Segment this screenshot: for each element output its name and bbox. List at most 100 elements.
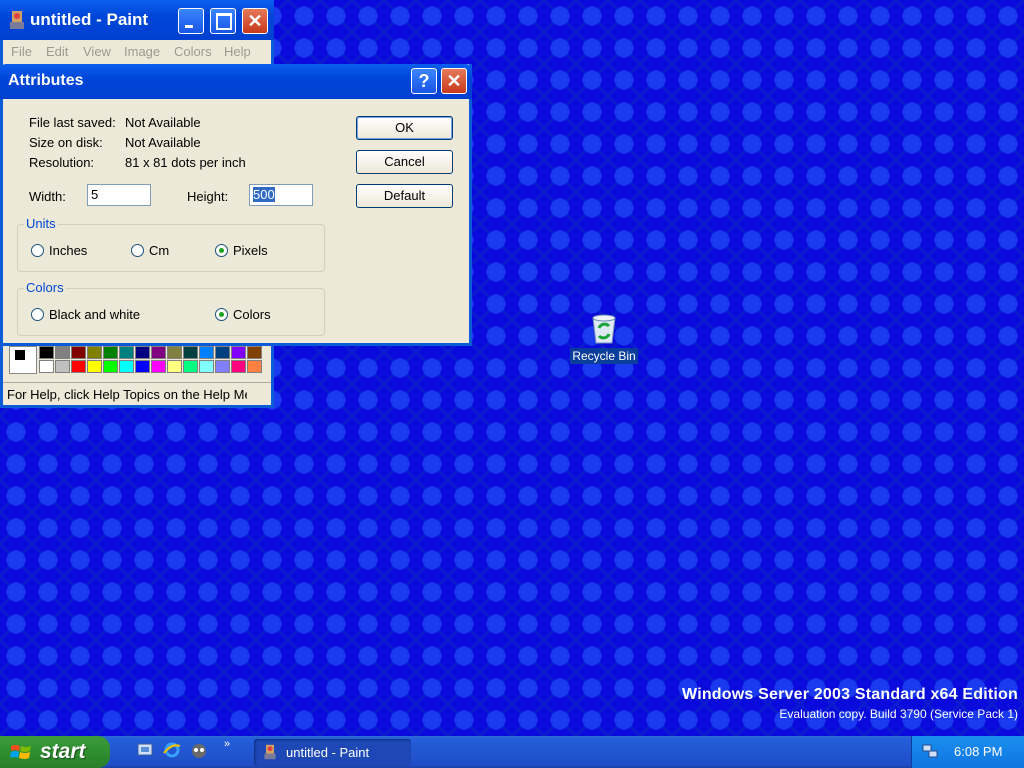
palette-swatch[interactable] [39, 360, 54, 373]
inches-radio[interactable] [31, 244, 44, 257]
recycle-bin-desktop-icon[interactable]: Recycle Bin [566, 312, 642, 364]
palette-cells [39, 346, 262, 373]
width-value: 5 [91, 187, 99, 202]
inches-label[interactable]: Inches [49, 243, 87, 258]
units-group: Units Inches Cm Pixels [17, 216, 325, 272]
colors-group-label: Colors [24, 280, 66, 295]
recycle-bin-label: Recycle Bin [570, 348, 638, 364]
paint-app-icon [10, 11, 24, 29]
maximize-button[interactable] [210, 8, 236, 34]
colors-group: Colors Black and white Colors [17, 280, 325, 336]
palette-swatch[interactable] [167, 346, 182, 359]
palette-swatch[interactable] [119, 346, 134, 359]
dialog-title: Attributes [8, 72, 84, 89]
palette-swatch[interactable] [231, 360, 246, 373]
pixels-label[interactable]: Pixels [233, 243, 268, 258]
file-last-saved-value: Not Available [125, 115, 201, 130]
palette-swatch[interactable] [167, 360, 182, 373]
palette-swatch[interactable] [215, 346, 230, 359]
paint-close-button[interactable]: ✕ [242, 8, 268, 34]
watermark-edition: Windows Server 2003 Standard x64 Edition [682, 686, 1018, 703]
palette-swatch[interactable] [247, 360, 262, 373]
black-and-white-radio[interactable] [31, 308, 44, 321]
default-button[interactable]: Default [356, 184, 453, 208]
palette-swatch[interactable] [71, 360, 86, 373]
palette-swatch[interactable] [135, 360, 150, 373]
paint-status-bar: For Help, click Help Topics on the Help … [3, 382, 271, 405]
resolution-value: 81 x 81 dots per inch [125, 155, 246, 170]
black-and-white-label[interactable]: Black and white [49, 307, 140, 322]
palette-swatch[interactable] [103, 360, 118, 373]
dialog-title-bar[interactable]: Attributes ? ✕ [0, 64, 472, 99]
show-desktop-icon[interactable] [136, 741, 154, 759]
file-last-saved-label: File last saved: [29, 115, 116, 130]
height-label: Height: [187, 189, 229, 204]
maximize-icon [216, 13, 232, 30]
taskbar-paint-label: untitled - Paint [286, 745, 370, 760]
taskbar-button-paint[interactable]: untitled - Paint [254, 739, 411, 766]
cm-label[interactable]: Cm [149, 243, 169, 258]
palette-swatch[interactable] [151, 346, 166, 359]
palette-swatch[interactable] [55, 360, 70, 373]
menu-colors[interactable]: Colors [174, 44, 212, 59]
foreground-color [14, 349, 26, 361]
internet-explorer-icon[interactable] [163, 741, 181, 759]
palette-swatch[interactable] [183, 346, 198, 359]
minimize-icon [185, 25, 193, 28]
close-icon: ✕ [446, 71, 462, 91]
size-on-disk-value: Not Available [125, 135, 201, 150]
palette-swatch[interactable] [103, 346, 118, 359]
palette-swatch[interactable] [199, 360, 214, 373]
windows-logo-icon [10, 745, 31, 759]
palette-swatch[interactable] [55, 346, 70, 359]
minimize-button[interactable] [178, 8, 204, 34]
paint-title: untitled - Paint [30, 10, 149, 29]
help-icon: ? [418, 71, 430, 91]
os-watermark: Windows Server 2003 Standard x64 Edition… [682, 686, 1018, 721]
palette-swatch[interactable] [135, 346, 150, 359]
menu-view[interactable]: View [83, 44, 111, 59]
help-button[interactable]: ? [411, 68, 437, 94]
ok-button[interactable]: OK [356, 116, 453, 140]
menu-file[interactable]: File [11, 44, 32, 59]
colors-radio[interactable] [215, 308, 228, 321]
system-tray: 6:08 PM [911, 736, 1024, 768]
palette-swatch[interactable] [151, 360, 166, 373]
menu-image[interactable]: Image [124, 44, 160, 59]
palette-swatch[interactable] [87, 360, 102, 373]
paint-title-bar[interactable]: untitled - Paint ✕ [0, 0, 274, 40]
media-player-icon[interactable] [190, 741, 208, 759]
width-label: Width: [29, 189, 66, 204]
palette-swatch[interactable] [39, 346, 54, 359]
palette-swatch[interactable] [119, 360, 134, 373]
size-on-disk-label: Size on disk: [29, 135, 103, 150]
menu-help[interactable]: Help [224, 44, 251, 59]
dialog-close-button[interactable]: ✕ [441, 68, 467, 94]
units-group-label: Units [24, 216, 58, 231]
paint-app-icon [264, 744, 276, 760]
network-icon[interactable] [922, 743, 938, 759]
palette-swatch[interactable] [87, 346, 102, 359]
cancel-button[interactable]: Cancel [356, 150, 453, 174]
palette-swatch[interactable] [199, 346, 214, 359]
close-icon: ✕ [247, 11, 263, 31]
height-input[interactable]: 500 [249, 184, 313, 206]
palette-swatch[interactable] [183, 360, 198, 373]
cm-radio[interactable] [131, 244, 144, 257]
palette-swatch[interactable] [215, 360, 230, 373]
palette-swatch[interactable] [231, 346, 246, 359]
clock[interactable]: 6:08 PM [954, 744, 1002, 759]
start-button[interactable]: start [0, 736, 110, 768]
current-colors[interactable] [9, 346, 37, 374]
resolution-label: Resolution: [29, 155, 95, 170]
palette-swatch[interactable] [71, 346, 86, 359]
color-palette [7, 344, 267, 374]
pixels-radio[interactable] [215, 244, 228, 257]
menu-edit[interactable]: Edit [46, 44, 68, 59]
palette-swatch[interactable] [247, 346, 262, 359]
colors-label[interactable]: Colors [233, 307, 271, 322]
quicklaunch-more-icon[interactable]: » [224, 738, 230, 750]
attributes-dialog: Attributes ? ✕ File last saved: Not Avai… [0, 64, 472, 346]
height-value: 500 [253, 187, 275, 202]
width-input[interactable]: 5 [87, 184, 151, 206]
